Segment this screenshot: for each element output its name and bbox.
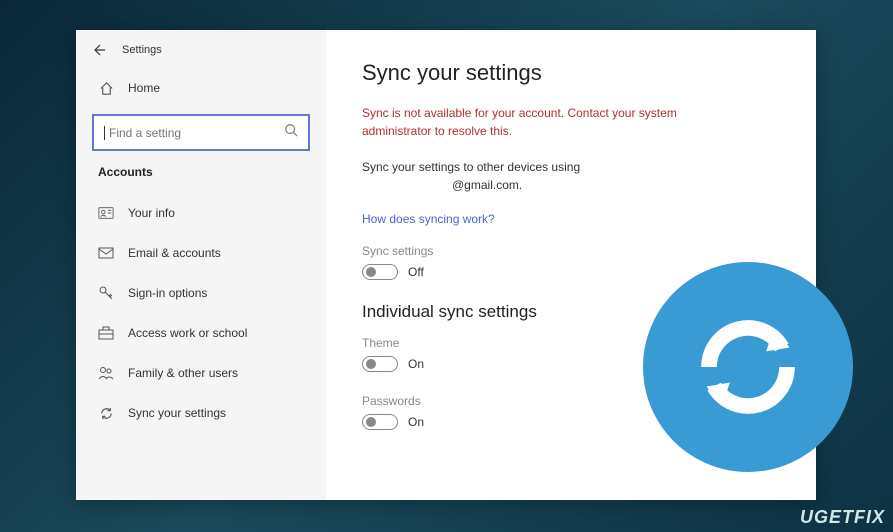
briefcase-icon	[98, 325, 114, 341]
sync-badge-overlay	[643, 262, 853, 472]
sidebar-item-label: Sync your settings	[128, 406, 226, 420]
watermark: UGETFIX	[800, 507, 885, 528]
toggle-knob	[366, 267, 376, 277]
sidebar-item-label: Family & other users	[128, 366, 238, 380]
passwords-toggle[interactable]	[362, 414, 398, 430]
nav-list: Your info Email & accounts Sign-in optio…	[76, 193, 326, 433]
category-heading: Accounts	[76, 165, 326, 193]
text-cursor	[104, 126, 105, 140]
sidebar-item-sync[interactable]: Sync your settings	[76, 393, 326, 433]
sidebar-item-label: Email & accounts	[128, 246, 221, 260]
sidebar-item-label: Access work or school	[128, 326, 247, 340]
sync-icon	[98, 405, 114, 421]
sidebar: Settings Home Accounts Your info Email &…	[76, 30, 326, 500]
person-card-icon	[98, 205, 114, 221]
window-title: Settings	[122, 44, 162, 56]
sync-desc-line2: @gmail.com.	[452, 178, 522, 192]
toggle-knob	[366, 359, 376, 369]
passwords-state: On	[408, 415, 424, 429]
sync-large-icon	[683, 302, 813, 432]
back-arrow-icon	[94, 44, 106, 56]
home-label: Home	[128, 81, 160, 95]
search-input[interactable]	[109, 126, 284, 140]
sidebar-item-label: Your info	[128, 206, 175, 220]
search-icon	[284, 123, 298, 142]
sync-settings-state: Off	[408, 265, 424, 279]
people-icon	[98, 365, 114, 381]
sync-desc-line1: Sync your settings to other devices usin…	[362, 160, 580, 174]
home-nav[interactable]: Home	[76, 66, 326, 110]
mail-icon	[98, 245, 114, 261]
back-button[interactable]	[94, 44, 106, 56]
key-icon	[98, 285, 114, 301]
page-title: Sync your settings	[362, 60, 780, 86]
sidebar-item-label: Sign-in options	[128, 286, 207, 300]
home-icon	[98, 80, 114, 96]
window-header: Settings	[76, 30, 326, 66]
sidebar-item-your-info[interactable]: Your info	[76, 193, 326, 233]
toggle-knob	[366, 417, 376, 427]
search-box[interactable]	[92, 114, 310, 151]
sidebar-item-email[interactable]: Email & accounts	[76, 233, 326, 273]
sync-description: Sync your settings to other devices usin…	[362, 158, 662, 194]
sync-settings-toggle[interactable]	[362, 264, 398, 280]
sidebar-item-signin[interactable]: Sign-in options	[76, 273, 326, 313]
how-sync-works-link[interactable]: How does syncing work?	[362, 212, 495, 226]
sync-settings-label: Sync settings	[362, 244, 780, 258]
theme-state: On	[408, 357, 424, 371]
sidebar-item-work[interactable]: Access work or school	[76, 313, 326, 353]
theme-toggle[interactable]	[362, 356, 398, 372]
error-message: Sync is not available for your account. …	[362, 104, 742, 140]
sidebar-item-family[interactable]: Family & other users	[76, 353, 326, 393]
